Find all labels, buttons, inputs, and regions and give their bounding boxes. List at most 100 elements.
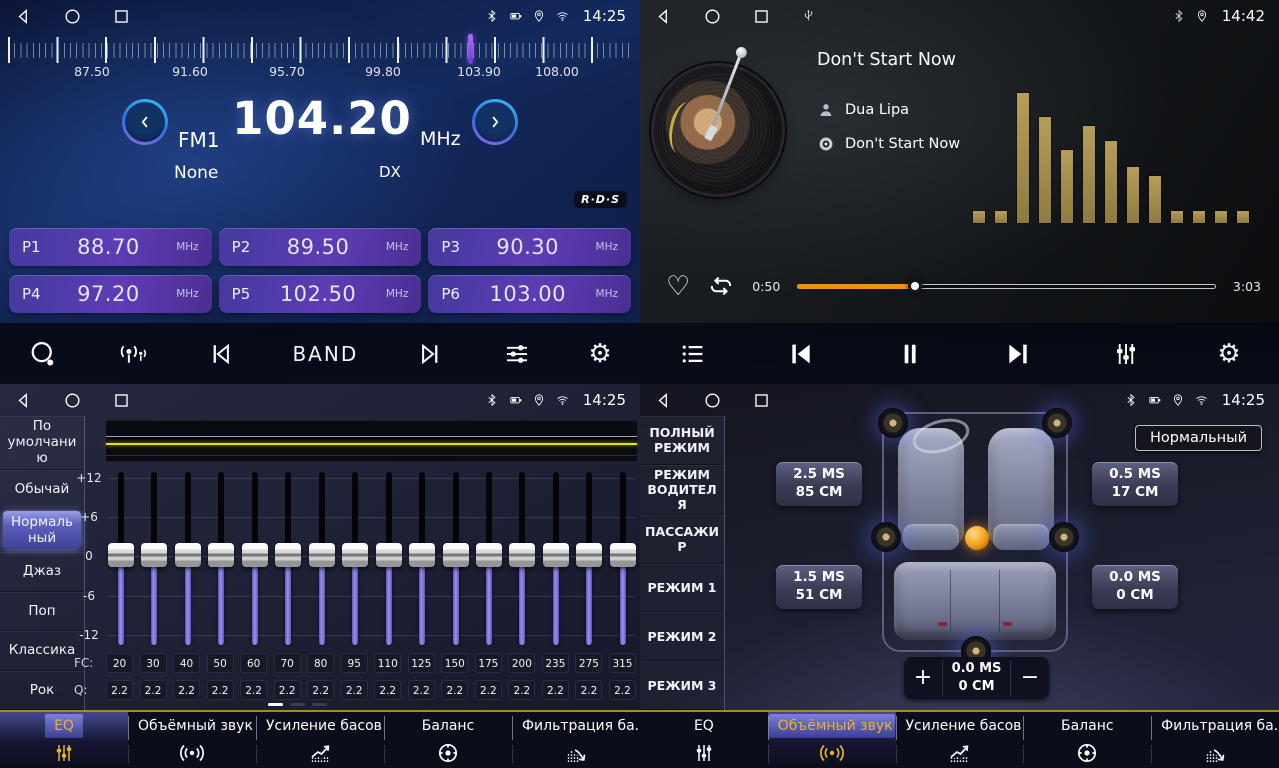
slider-thumb[interactable] — [175, 543, 201, 567]
eq-band-slider[interactable] — [576, 472, 602, 645]
slider-thumb[interactable] — [141, 543, 167, 567]
slider-thumb[interactable] — [443, 543, 469, 567]
playlist-icon[interactable] — [678, 339, 708, 369]
listening-position-marker[interactable] — [965, 526, 989, 550]
tab-surround[interactable]: Объёмный звук — [128, 712, 256, 768]
eq-band-slider[interactable] — [342, 472, 368, 645]
favorite-icon[interactable]: ♡ — [666, 273, 690, 300]
broadcast-icon[interactable] — [115, 339, 149, 369]
back-icon[interactable] — [14, 7, 33, 26]
tab-bass-boost[interactable]: Усиление басов — [256, 712, 384, 768]
eq-band-slider[interactable] — [543, 472, 569, 645]
mode-driver[interactable]: РЕЖИМ ВОДИТЕЛЯ — [640, 465, 724, 515]
tab-eq[interactable]: EQ — [0, 712, 128, 768]
q-value[interactable]: 2.2 — [140, 680, 167, 700]
tab-filter[interactable]: Фильтрация ба... — [512, 712, 640, 768]
fc-value[interactable]: 50 — [207, 653, 234, 673]
fc-value[interactable]: 30 — [140, 653, 167, 673]
band-button[interactable]: BAND — [292, 342, 358, 366]
eq-preset-pop[interactable]: Поп — [0, 592, 84, 631]
slider-thumb[interactable] — [275, 543, 301, 567]
equalizer-icon[interactable] — [1111, 339, 1141, 369]
fc-value[interactable]: 110 — [374, 653, 401, 673]
previous-track-icon[interactable] — [785, 338, 817, 370]
fc-value[interactable]: 315 — [609, 653, 636, 673]
tab-eq[interactable]: EQ — [640, 712, 768, 768]
back-icon[interactable] — [14, 391, 33, 410]
eq-band-slider[interactable] — [242, 472, 268, 645]
next-track-icon[interactable] — [1002, 338, 1034, 370]
pause-icon[interactable] — [894, 338, 926, 370]
eq-band-slider[interactable] — [208, 472, 234, 645]
fc-value[interactable]: 95 — [341, 653, 368, 673]
preset-p4[interactable]: P4 97.20 MHz — [9, 275, 212, 313]
q-value[interactable]: 2.2 — [475, 680, 502, 700]
home-icon[interactable] — [63, 391, 82, 410]
preset-p3[interactable]: P3 90.30 MHz — [428, 228, 631, 266]
q-value[interactable]: 2.2 — [106, 680, 133, 700]
fc-value[interactable]: 80 — [307, 653, 334, 673]
q-value[interactable]: 2.2 — [274, 680, 301, 700]
progress-thumb[interactable] — [908, 279, 922, 293]
eq-band-slider[interactable] — [409, 472, 435, 645]
eq-preset-custom[interactable]: Обычай — [0, 470, 84, 509]
q-value[interactable]: 2.2 — [374, 680, 401, 700]
eq-band-slider[interactable] — [275, 472, 301, 645]
preset-p6[interactable]: P6 103.00 MHz — [428, 275, 631, 313]
q-value[interactable]: 2.2 — [609, 680, 636, 700]
settings-gear-icon[interactable]: ⚙ — [1217, 341, 1240, 367]
mode-2[interactable]: РЕЖИМ 2 — [640, 612, 724, 661]
back-icon[interactable] — [654, 7, 673, 26]
recents-icon[interactable] — [112, 7, 131, 26]
eq-band-slider[interactable] — [376, 472, 402, 645]
q-value[interactable]: 2.2 — [575, 680, 602, 700]
recents-icon[interactable] — [112, 391, 131, 410]
preset-p2[interactable]: P2 89.50 MHz — [219, 228, 422, 266]
seek-previous-icon[interactable] — [206, 339, 236, 369]
fc-value[interactable]: 235 — [542, 653, 569, 673]
scan-icon[interactable] — [28, 339, 58, 369]
progress-bar[interactable] — [797, 284, 1216, 289]
fc-value[interactable]: 20 — [106, 653, 133, 673]
eq-band-slider[interactable] — [141, 472, 167, 645]
eq-preset-normal[interactable]: Нормальный — [3, 511, 81, 550]
rear-left-speaker-icon[interactable] — [871, 522, 901, 552]
tune-up-button[interactable] — [472, 99, 518, 145]
fc-value[interactable]: 200 — [508, 653, 535, 673]
fc-value[interactable]: 60 — [240, 653, 267, 673]
slider-thumb[interactable] — [509, 543, 535, 567]
fc-value[interactable]: 125 — [408, 653, 435, 673]
q-value[interactable]: 2.2 — [542, 680, 569, 700]
q-value[interactable]: 2.2 — [207, 680, 234, 700]
q-value[interactable]: 2.2 — [240, 680, 267, 700]
dx-mode[interactable]: DX — [379, 163, 401, 181]
eq-band-slider[interactable] — [509, 472, 535, 645]
back-icon[interactable] — [654, 391, 673, 410]
slider-thumb[interactable] — [309, 543, 335, 567]
slider-thumb[interactable] — [409, 543, 435, 567]
repeat-icon[interactable] — [707, 272, 735, 300]
slider-thumb[interactable] — [576, 543, 602, 567]
recents-icon[interactable] — [752, 7, 771, 26]
slider-thumb[interactable] — [108, 543, 134, 567]
equalizer-icon[interactable] — [502, 339, 532, 369]
tab-balance[interactable]: Баланс — [384, 712, 512, 768]
tuning-dial[interactable] — [8, 34, 632, 64]
q-value[interactable]: 2.2 — [341, 680, 368, 700]
tab-surround[interactable]: Объёмный звук — [768, 712, 896, 768]
eq-preset-rock[interactable]: Рок — [0, 671, 84, 710]
front-right-delay-button[interactable]: 0.5 MS 17 CM — [1092, 462, 1178, 506]
fc-value[interactable]: 175 — [475, 653, 502, 673]
q-value[interactable]: 2.2 — [173, 680, 200, 700]
mode-1[interactable]: РЕЖИМ 1 — [640, 564, 724, 613]
preset-p1[interactable]: P1 88.70 MHz — [9, 228, 212, 266]
eq-preset-default[interactable]: По умолчанию — [0, 416, 84, 470]
mode-3[interactable]: РЕЖИМ 3 — [640, 661, 724, 710]
fc-value[interactable]: 70 — [274, 653, 301, 673]
home-icon[interactable] — [703, 7, 722, 26]
eq-band-slider[interactable] — [610, 472, 636, 645]
fc-value[interactable]: 40 — [173, 653, 200, 673]
home-icon[interactable] — [703, 391, 722, 410]
q-value[interactable]: 2.2 — [408, 680, 435, 700]
eq-band-slider[interactable] — [443, 472, 469, 645]
